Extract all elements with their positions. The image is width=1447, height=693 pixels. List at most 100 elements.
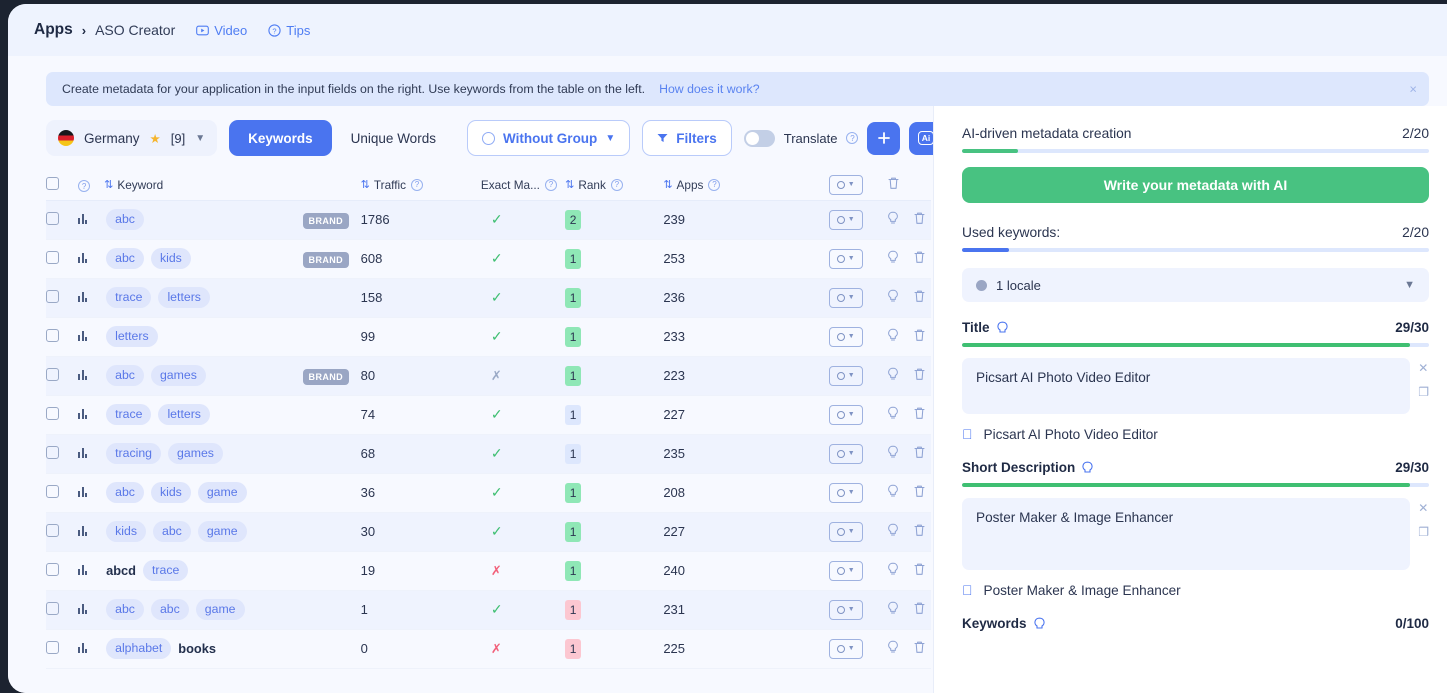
table-row[interactable]: abc kids BRAND 608 ✓ 1 253 ▼	[46, 239, 931, 278]
trash-icon[interactable]	[913, 640, 926, 654]
row-chart-cell[interactable]	[78, 200, 104, 239]
keyword-tag[interactable]: abc	[106, 598, 144, 621]
lightbulb-icon[interactable]	[887, 250, 899, 264]
trash-icon[interactable]	[913, 328, 926, 342]
country-selector[interactable]: Germany ★ [9] ▼	[46, 120, 218, 156]
table-row[interactable]: tracing games 68 ✓ 1 235 ▼	[46, 434, 931, 473]
chart-icon[interactable]	[78, 330, 88, 341]
group-filter-button[interactable]: Without Group ▼	[466, 120, 631, 156]
group-select[interactable]: ▼	[828, 599, 863, 620]
row-checkbox-cell[interactable]	[46, 551, 78, 590]
keyword-tag[interactable]: kids	[106, 520, 146, 543]
lightbulb-icon[interactable]	[887, 289, 899, 303]
tab-unique-words[interactable]: Unique Words	[332, 120, 455, 156]
keyword-tag[interactable]: kids	[150, 247, 191, 270]
row-checkbox[interactable]	[46, 562, 59, 576]
row-chart-cell[interactable]	[78, 356, 104, 395]
row-chart-cell[interactable]	[78, 551, 104, 590]
chart-icon[interactable]	[78, 408, 88, 419]
row-chart-cell[interactable]	[78, 395, 104, 434]
lightbulb-icon[interactable]	[887, 211, 899, 225]
row-checkbox-cell[interactable]	[46, 434, 78, 473]
group-select[interactable]: ▼	[828, 174, 863, 195]
keyword-tag[interactable]: abc	[106, 364, 144, 387]
chart-icon[interactable]	[78, 642, 88, 653]
row-checkbox[interactable]	[46, 640, 59, 654]
row-checkbox[interactable]	[46, 406, 59, 420]
question-circle-icon[interactable]: ?	[708, 178, 721, 191]
group-select[interactable]: ▼	[828, 560, 863, 581]
th-traffic[interactable]: ⇅ Traffic ?	[360, 170, 469, 201]
tips-link[interactable]: ? Tips	[268, 23, 310, 38]
row-checkbox[interactable]	[46, 367, 59, 381]
question-circle-icon[interactable]: ?	[78, 180, 91, 192]
row-checkbox[interactable]	[46, 523, 59, 537]
group-select[interactable]: ▼	[828, 209, 863, 230]
keyword-tag[interactable]: letters	[158, 403, 210, 426]
lightbulb-icon[interactable]	[887, 328, 899, 342]
close-icon[interactable]: ×	[1409, 83, 1417, 96]
row-checkbox[interactable]	[46, 484, 59, 498]
lightbulb-icon[interactable]	[887, 406, 899, 420]
chart-icon[interactable]	[78, 213, 88, 224]
row-chart-cell[interactable]	[78, 278, 104, 317]
table-row[interactable]: abcd trace 19 ✗ 1 240 ▼	[46, 551, 931, 590]
table-row[interactable]: kids abc game 30 ✓ 1 227 ▼	[46, 512, 931, 551]
keyword-tag[interactable]: alphabet	[106, 637, 172, 660]
trash-icon[interactable]	[913, 211, 926, 225]
group-select[interactable]: ▼	[828, 287, 863, 308]
table-row[interactable]: abc abc game 1 ✓ 1 231 ▼	[46, 590, 931, 629]
video-link[interactable]: Video	[196, 23, 247, 38]
keyword-tag[interactable]: letters	[106, 325, 158, 348]
keyword-tag[interactable]: game	[195, 598, 245, 621]
row-checkbox-cell[interactable]	[46, 512, 78, 551]
row-chart-cell[interactable]	[78, 434, 104, 473]
row-chart-cell[interactable]	[78, 590, 104, 629]
row-checkbox[interactable]	[46, 211, 59, 225]
question-circle-icon[interactable]: ?	[846, 132, 859, 144]
table-row[interactable]: alphabet books 0 ✗ 1 225 ▼	[46, 629, 931, 668]
row-chart-cell[interactable]	[78, 629, 104, 668]
lightbulb-icon[interactable]	[887, 562, 899, 576]
keyword-tag[interactable]: abc	[106, 247, 144, 270]
lightbulb-icon[interactable]	[996, 321, 1009, 335]
keyword-tag[interactable]: tracing	[106, 442, 162, 465]
keyword-tag[interactable]: trace	[142, 559, 189, 582]
row-checkbox-cell[interactable]	[46, 473, 78, 512]
keyword-tag[interactable]: game	[197, 481, 247, 504]
row-chart-cell[interactable]	[78, 317, 104, 356]
row-checkbox-cell[interactable]	[46, 200, 78, 239]
copy-short-description-icon[interactable]: ❐	[1418, 526, 1429, 538]
lightbulb-icon[interactable]	[887, 640, 899, 654]
tab-keywords[interactable]: Keywords	[229, 120, 332, 156]
th-apps[interactable]: ⇅ Apps ?	[663, 170, 829, 201]
row-checkbox-cell[interactable]	[46, 629, 78, 668]
keyword-tag[interactable]: abc	[106, 481, 144, 504]
title-input[interactable]	[962, 358, 1411, 414]
keyword-tag[interactable]: letters	[158, 286, 210, 309]
row-checkbox-cell[interactable]	[46, 356, 78, 395]
locale-selector[interactable]: 1 locale ▼	[962, 268, 1429, 302]
add-button[interactable]	[867, 121, 901, 155]
row-checkbox-cell[interactable]	[46, 395, 78, 434]
row-checkbox[interactable]	[46, 250, 59, 264]
chart-icon[interactable]	[78, 603, 88, 614]
th-rank[interactable]: ⇅ Rank ?	[565, 170, 664, 201]
table-row[interactable]: trace letters 158 ✓ 1 236 ▼	[46, 278, 931, 317]
row-checkbox-cell[interactable]	[46, 278, 78, 317]
keyword-tag[interactable]: abc	[106, 208, 144, 231]
select-all-checkbox[interactable]	[46, 176, 59, 190]
group-select[interactable]: ▼	[828, 326, 863, 347]
trash-icon[interactable]	[913, 445, 926, 459]
chart-icon[interactable]	[78, 447, 88, 458]
lightbulb-icon[interactable]	[1033, 617, 1046, 631]
th-keyword[interactable]: ⇅ Keyword	[104, 170, 361, 201]
keyword-tag[interactable]: trace	[106, 403, 152, 426]
banner-how-link[interactable]: How does it work?	[659, 82, 759, 96]
row-checkbox[interactable]	[46, 445, 59, 459]
lightbulb-icon[interactable]	[887, 367, 899, 381]
short-description-input[interactable]	[962, 498, 1411, 570]
lightbulb-icon[interactable]	[1081, 461, 1094, 475]
clear-short-description-icon[interactable]: ✕	[1418, 502, 1429, 514]
chart-icon[interactable]	[78, 525, 88, 536]
